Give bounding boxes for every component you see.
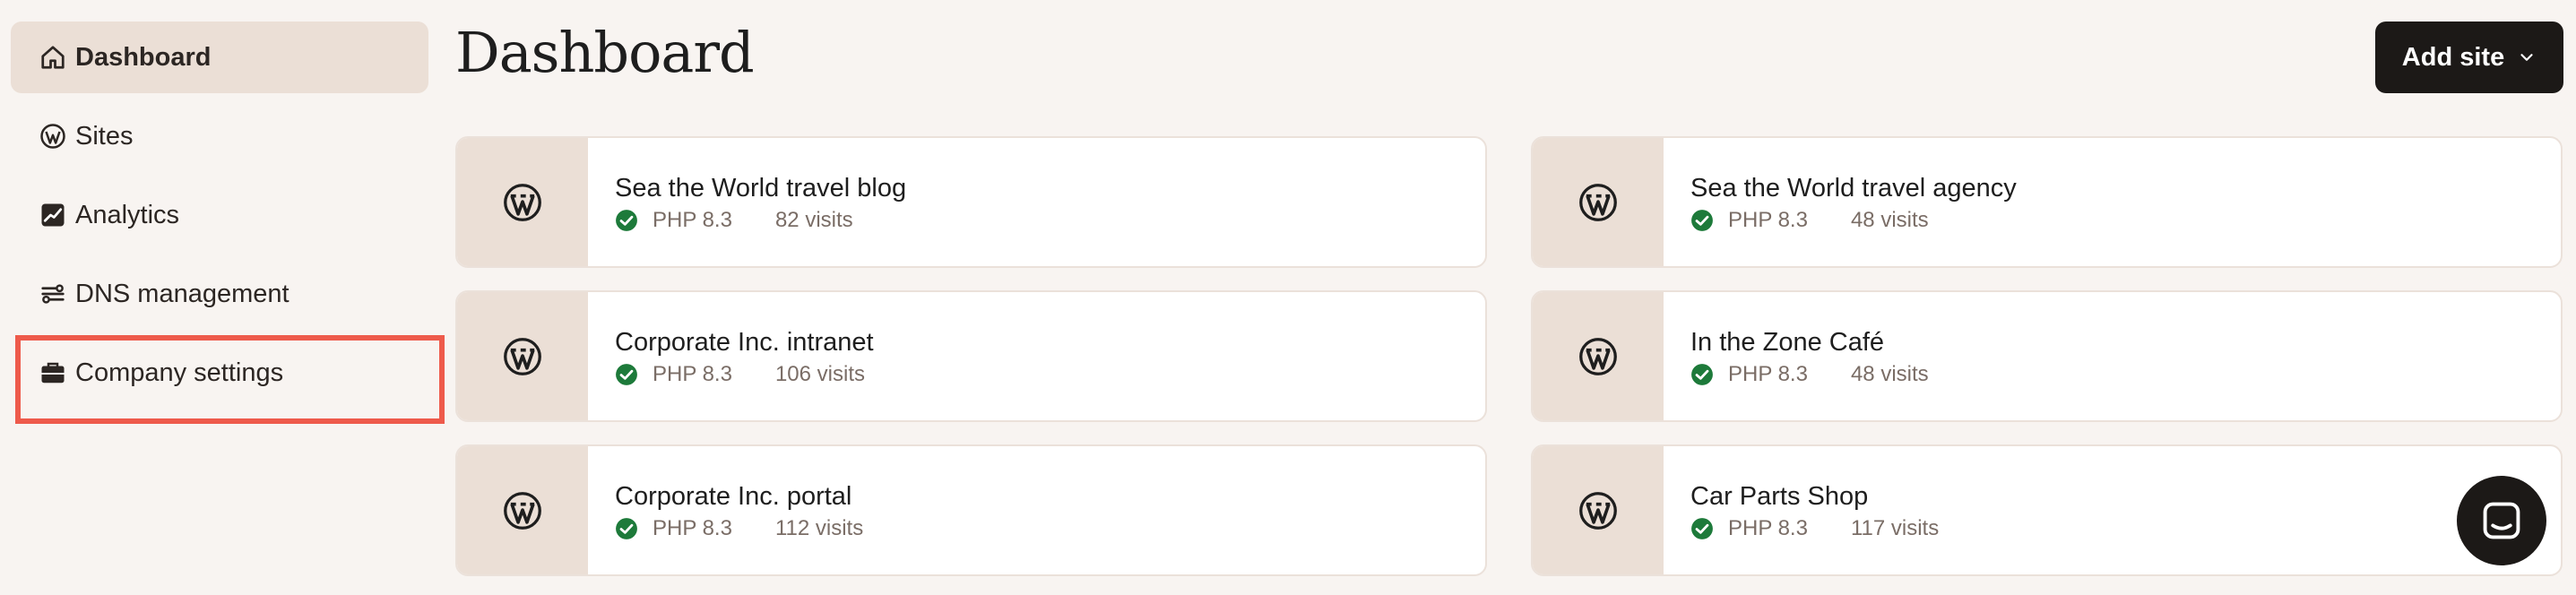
site-thumbnail	[457, 292, 588, 420]
check-circle-icon	[1690, 209, 1714, 232]
site-name: In the Zone Café	[1690, 328, 1885, 357]
visits-count: 82 visits	[774, 208, 853, 232]
wordpress-icon	[1579, 337, 1617, 375]
sidebar-item-label: DNS management	[75, 279, 290, 308]
page-title: Dashboard	[455, 20, 755, 85]
site-thumbnail	[457, 138, 588, 266]
visits-count: 112 visits	[774, 516, 864, 540]
chart-icon	[39, 202, 66, 229]
sidebar-item-dashboard[interactable]: Dashboard	[11, 22, 428, 93]
wordpress-icon	[504, 491, 541, 530]
php-version: PHP 8.3	[653, 362, 732, 386]
sidebar-item-analytics[interactable]: Analytics	[11, 179, 428, 251]
chat-launcher-button[interactable]	[2457, 476, 2546, 565]
sidebar-nav: Dashboard Sites Analytics DNS management…	[11, 22, 445, 424]
sidebar-item-label: Sites	[75, 121, 134, 151]
site-thumbnail	[1533, 138, 1664, 266]
check-circle-icon	[1690, 363, 1714, 386]
check-circle-icon	[615, 363, 638, 386]
site-name: Sea the World travel blog	[615, 174, 907, 203]
site-card[interactable]: Corporate Inc. intranet PHP 8.3 106 visi…	[455, 290, 1487, 422]
visits-count: 106 visits	[774, 362, 865, 386]
visits-count: 117 visits	[1850, 516, 1940, 540]
php-version: PHP 8.3	[653, 516, 732, 540]
php-version: PHP 8.3	[1728, 362, 1808, 386]
sidebar-item-sites[interactable]: Sites	[11, 100, 428, 172]
home-icon	[39, 44, 66, 71]
wordpress-icon	[1579, 183, 1617, 221]
wordpress-icon	[504, 183, 541, 221]
site-card[interactable]: Car Parts Shop PHP 8.3 117 visits	[1531, 444, 2563, 576]
chevron-down-icon	[2520, 54, 2533, 61]
wordpress-icon	[504, 337, 541, 375]
site-thumbnail	[1533, 292, 1664, 420]
php-version: PHP 8.3	[1728, 516, 1808, 540]
chat-icon	[2483, 502, 2520, 539]
site-thumbnail	[457, 446, 588, 574]
wordpress-icon	[1579, 491, 1617, 530]
site-name: Corporate Inc. intranet	[615, 328, 874, 357]
briefcase-icon	[39, 359, 66, 386]
site-name: Car Parts Shop	[1690, 482, 1869, 511]
check-circle-icon	[615, 209, 638, 232]
add-site-button[interactable]: Add site	[2375, 22, 2563, 93]
add-site-label: Add site	[2401, 42, 2505, 72]
sidebar-item-dns-management[interactable]: DNS management	[11, 258, 428, 330]
visits-count: 48 visits	[1850, 362, 1929, 386]
visits-count: 48 visits	[1850, 208, 1929, 232]
wordpress-icon	[39, 123, 66, 150]
dns-icon	[39, 280, 66, 307]
site-card[interactable]: Sea the World travel blog PHP 8.3 82 vis…	[455, 136, 1487, 268]
site-thumbnail	[1533, 446, 1664, 574]
php-version: PHP 8.3	[653, 208, 732, 232]
sidebar-item-label: Company settings	[75, 358, 284, 387]
site-name: Corporate Inc. portal	[615, 482, 852, 511]
site-name: Sea the World travel agency	[1690, 174, 2017, 203]
site-card[interactable]: Corporate Inc. portal PHP 8.3 112 visits	[455, 444, 1487, 576]
site-card[interactable]: In the Zone Café PHP 8.3 48 visits	[1531, 290, 2563, 422]
check-circle-icon	[615, 517, 638, 540]
sidebar-item-label: Dashboard	[75, 42, 212, 72]
php-version: PHP 8.3	[1728, 208, 1808, 232]
sidebar-item-label: Analytics	[75, 200, 180, 229]
check-circle-icon	[1690, 517, 1714, 540]
site-card[interactable]: Sea the World travel agency PHP 8.3 48 v…	[1531, 136, 2563, 268]
sidebar-item-company-settings[interactable]: Company settings	[11, 335, 445, 424]
